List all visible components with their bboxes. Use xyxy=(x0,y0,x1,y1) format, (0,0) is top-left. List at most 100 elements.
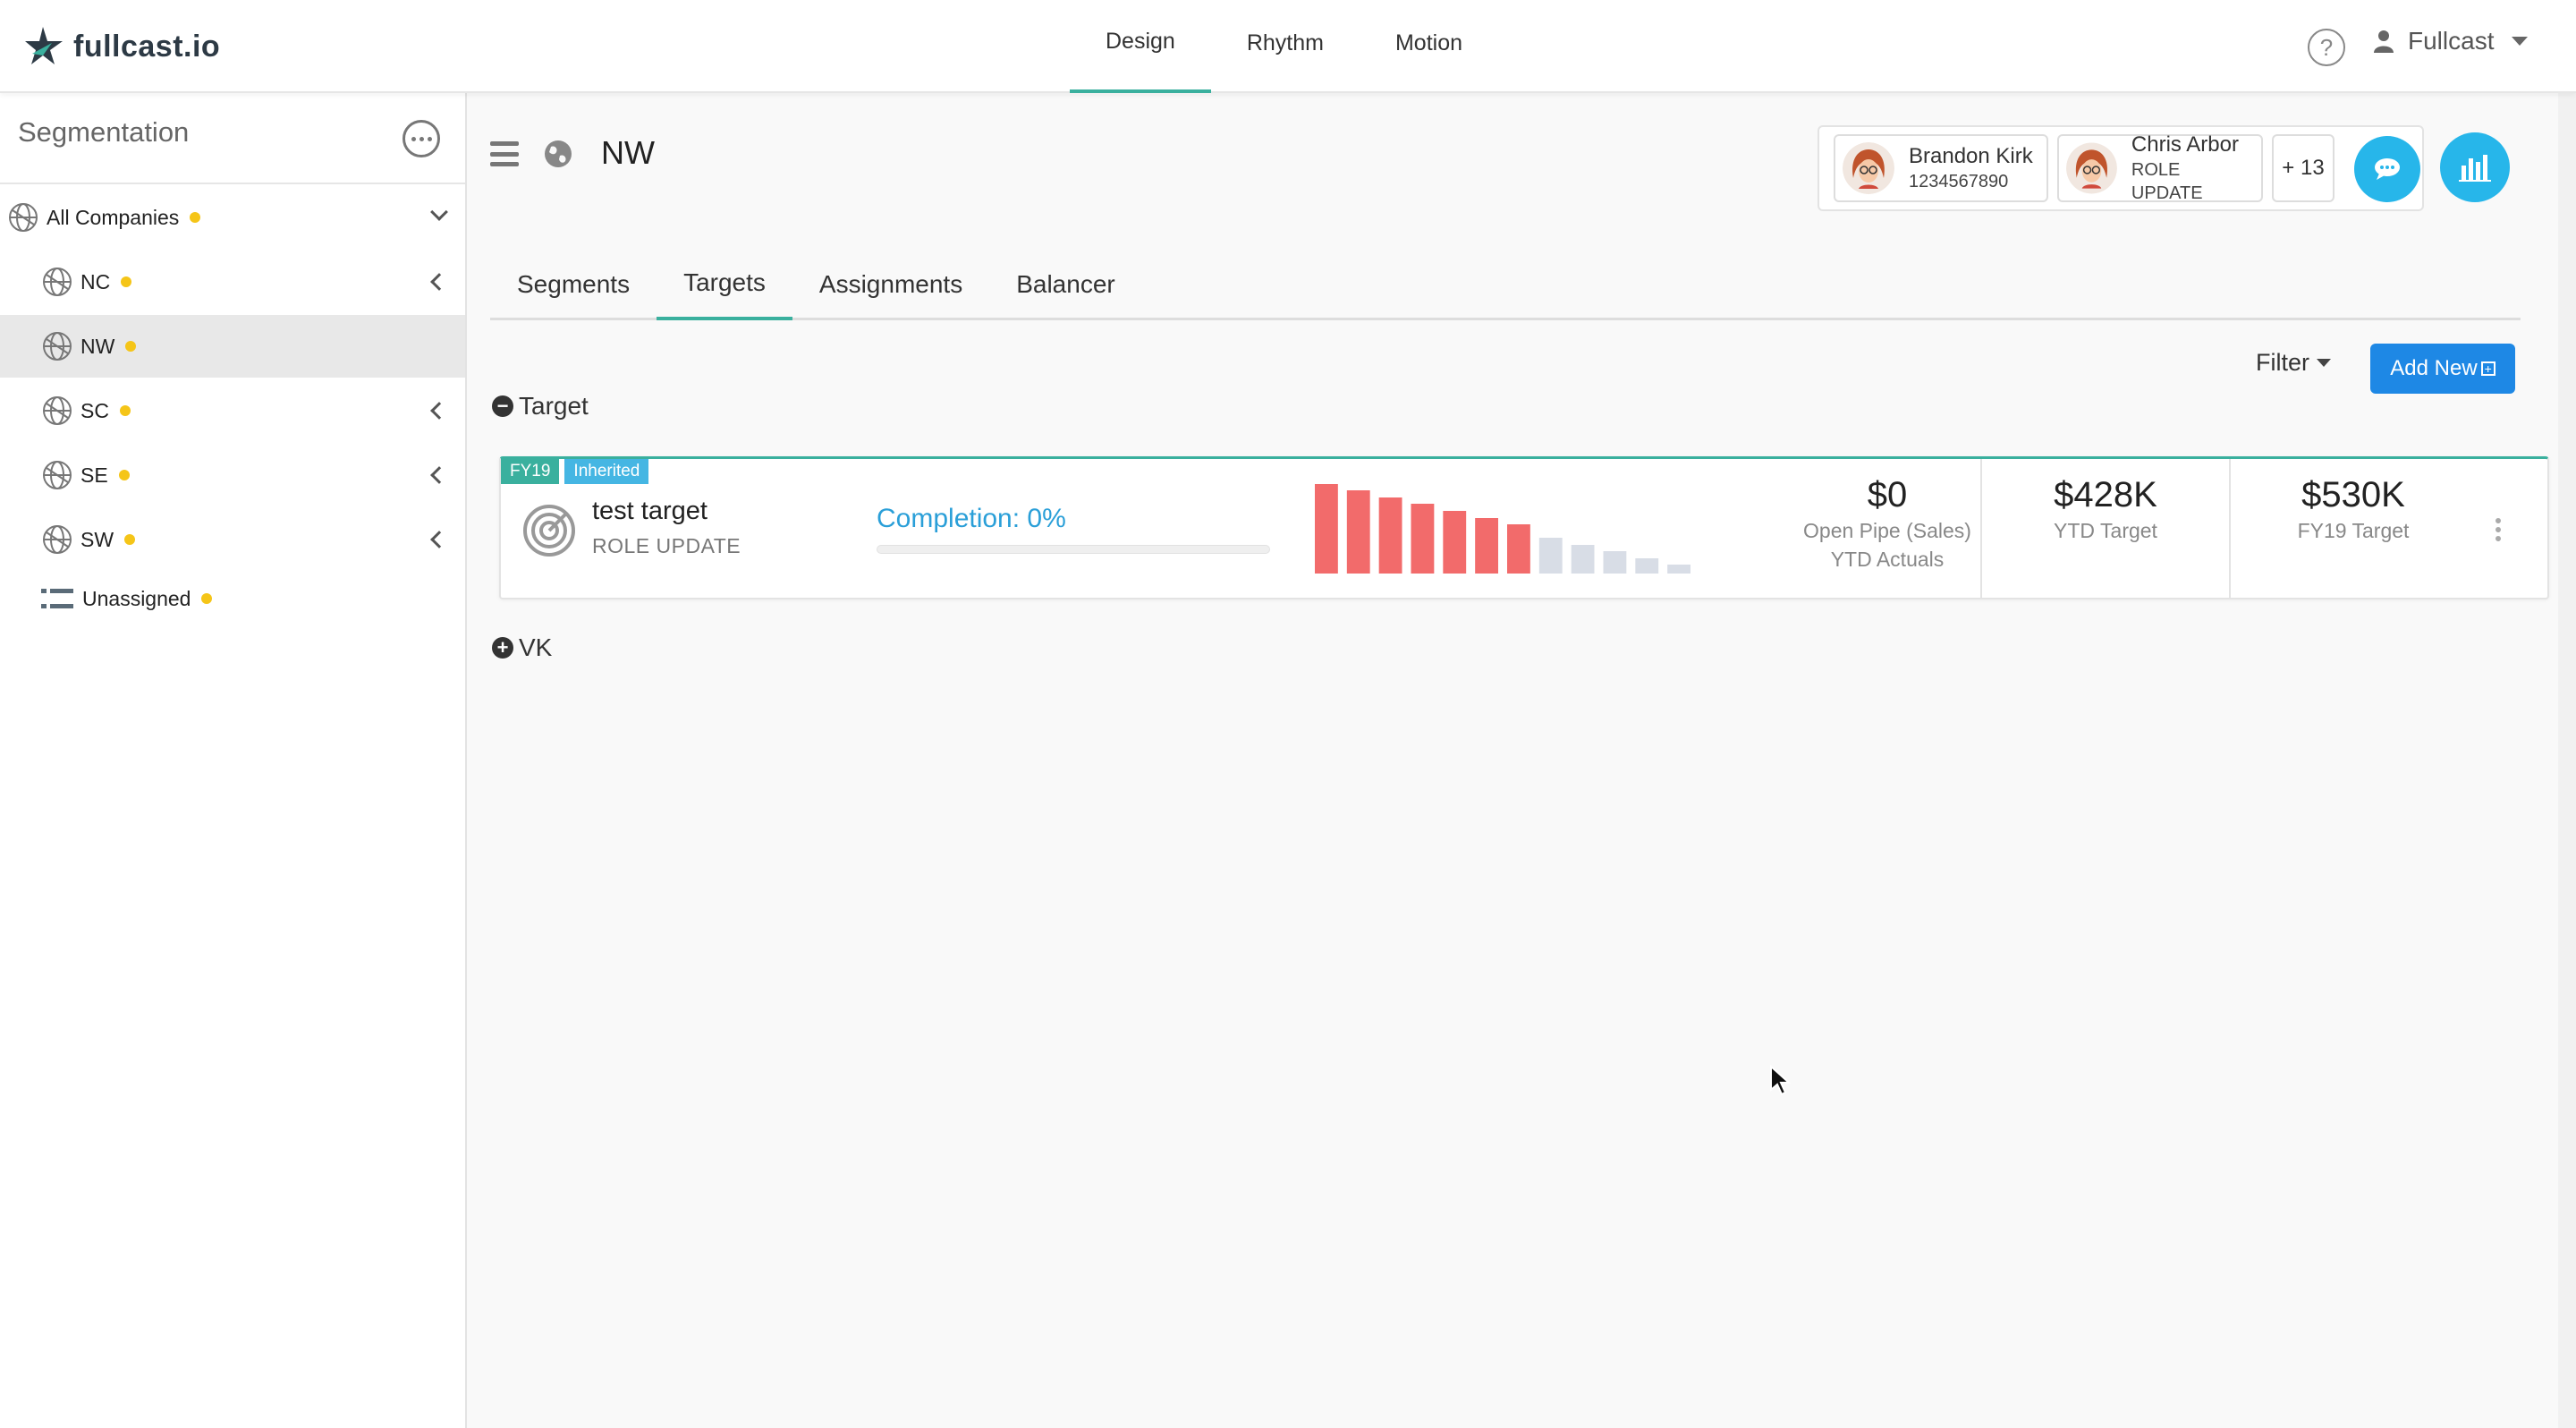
tab-balancer[interactable]: Balancer xyxy=(989,245,1142,320)
sparkline-bar xyxy=(1346,490,1370,574)
status-dot xyxy=(125,341,137,352)
top-navbar: fullcast.io Design Rhythm Motion ? Fullc… xyxy=(0,0,2576,93)
tab-targets[interactable]: Targets xyxy=(657,245,792,320)
chevron-left-icon[interactable] xyxy=(430,273,448,291)
collaborators-panel: Brandon Kirk 1234567890 Chris Arbor ROLE… xyxy=(1818,125,2424,211)
metric-value: $0 xyxy=(1867,475,1908,514)
completion-progress-bar xyxy=(877,545,1270,554)
section-label: VK xyxy=(519,633,553,661)
nav-tab-rhythm[interactable]: Rhythm xyxy=(1211,0,1360,93)
tab-assignments[interactable]: Assignments xyxy=(792,245,989,320)
main-nav: Design Rhythm Motion xyxy=(1070,0,1498,93)
tree-item-label: All Companies xyxy=(47,205,180,229)
logo-text: fullcast.io xyxy=(73,29,221,64)
chat-icon xyxy=(2375,158,2400,180)
metric-label: Open Pipe (Sales) xyxy=(1803,519,1971,542)
tree-item-sc[interactable]: SC xyxy=(0,379,465,442)
status-dot xyxy=(118,470,130,480)
add-new-label: Add New xyxy=(2390,356,2478,380)
tree-item-label: Unassigned xyxy=(82,586,191,610)
badges: FY19 Inherited xyxy=(501,459,649,484)
tree-item-label: SC xyxy=(80,398,109,422)
more-options-icon[interactable] xyxy=(402,120,440,157)
tree-item-nc[interactable]: NC xyxy=(0,251,465,313)
user-name: Fullcast xyxy=(2408,27,2495,55)
main-content: NW Brandon Kirk 1234567890 Chris Arbor R… xyxy=(469,93,2555,1428)
sparkline-bar-chart xyxy=(1315,484,1690,574)
tree-item-label: SE xyxy=(80,463,108,487)
metric-open-pipe: $0 Open Pipe (Sales) YTD Actuals xyxy=(1800,459,1975,599)
target-card[interactable]: FY19 Inherited test target ROLE UPDATE C… xyxy=(499,456,2549,599)
chevron-down-icon xyxy=(2512,37,2529,46)
tree-item-nw[interactable]: NW xyxy=(0,315,465,378)
sparkline-bar xyxy=(1378,497,1402,574)
nav-tab-design[interactable]: Design xyxy=(1070,0,1211,93)
status-dot xyxy=(121,276,132,287)
sparkline-bar xyxy=(1667,565,1690,574)
collaborator-card[interactable]: Brandon Kirk 1234567890 xyxy=(1834,134,2048,202)
status-dot xyxy=(190,212,201,223)
collaborator-name: Brandon Kirk xyxy=(1909,144,2033,168)
section-vk-header[interactable]: + VK xyxy=(492,633,552,662)
inherited-badge: Inherited xyxy=(564,459,649,484)
hamburger-menu-icon[interactable] xyxy=(490,141,519,166)
target-icon xyxy=(523,505,575,557)
globe-icon xyxy=(43,268,72,296)
target-name: test target xyxy=(592,497,708,525)
status-dot xyxy=(201,593,213,604)
metric-label: FY19 Target xyxy=(2297,519,2410,542)
chevron-left-icon[interactable] xyxy=(430,402,448,420)
sparkline-bar xyxy=(1411,504,1435,574)
help-icon[interactable]: ? xyxy=(2308,29,2345,66)
tree-item-label: NW xyxy=(80,334,115,358)
star-logo-icon xyxy=(25,27,63,64)
avatar xyxy=(2066,142,2117,194)
fullcast-logo[interactable]: fullcast.io xyxy=(25,23,220,70)
tree-item-unassigned[interactable]: Unassigned xyxy=(0,567,465,630)
add-new-button[interactable]: Add New + xyxy=(2370,344,2515,394)
globe-icon xyxy=(43,332,72,361)
chevron-down-icon[interactable] xyxy=(430,203,448,221)
metric-label-secondary: YTD Actuals xyxy=(1830,548,1945,571)
tree-item-se[interactable]: SE xyxy=(0,444,465,506)
sidebar-title: Segmentation xyxy=(18,116,190,148)
tab-segments[interactable]: Segments xyxy=(490,245,657,320)
chevron-left-icon[interactable] xyxy=(430,531,448,548)
analytics-button[interactable] xyxy=(2440,132,2510,202)
metric-value: $428K xyxy=(2054,475,2157,514)
tree-item-sw[interactable]: SW xyxy=(0,508,465,571)
more-collaborators-button[interactable]: + 13 xyxy=(2272,134,2334,202)
sparkline-bar xyxy=(1475,518,1498,574)
metric-label: YTD Target xyxy=(2054,519,2157,542)
status-dot xyxy=(119,405,131,416)
globe-icon xyxy=(43,461,72,489)
fy-badge: FY19 xyxy=(501,459,560,484)
section-target-header[interactable]: − Target xyxy=(492,392,589,421)
section-label: Target xyxy=(519,392,589,420)
collaborator-sub: ROLE UPDATE xyxy=(2131,160,2203,203)
globe-icon xyxy=(43,525,72,554)
metric-value: $530K xyxy=(2301,475,2405,514)
minus-circle-icon[interactable]: − xyxy=(492,395,513,417)
chevron-left-icon[interactable] xyxy=(430,466,448,484)
avatar xyxy=(1843,142,1894,194)
page-title: NW xyxy=(601,134,655,171)
metric-ytd-target: $428K YTD Target xyxy=(1980,459,2229,599)
user-icon xyxy=(2374,30,2394,53)
mouse-cursor-icon xyxy=(1770,1065,1791,1096)
plus-circle-icon[interactable]: + xyxy=(492,637,513,659)
completion-label: Completion: 0% xyxy=(877,504,1066,533)
user-menu[interactable]: Fullcast xyxy=(2374,27,2529,55)
collaborator-sub: 1234567890 xyxy=(1909,172,2009,191)
collaborator-card[interactable]: Chris Arbor ROLE UPDATE xyxy=(2057,132,2263,203)
nav-tab-motion[interactable]: Motion xyxy=(1360,0,1498,93)
filter-dropdown[interactable]: Filter xyxy=(2256,349,2331,377)
list-icon xyxy=(41,589,73,608)
chat-button[interactable] xyxy=(2354,136,2420,202)
sidebar-header: Segmentation xyxy=(0,93,465,184)
kebab-menu-icon[interactable] xyxy=(2496,518,2501,541)
sparkline-bar xyxy=(1443,511,1467,574)
scrollbar[interactable] xyxy=(2558,93,2576,1428)
tree-item-all-companies[interactable]: All Companies xyxy=(0,186,465,249)
sparkline-bar xyxy=(1507,524,1530,574)
